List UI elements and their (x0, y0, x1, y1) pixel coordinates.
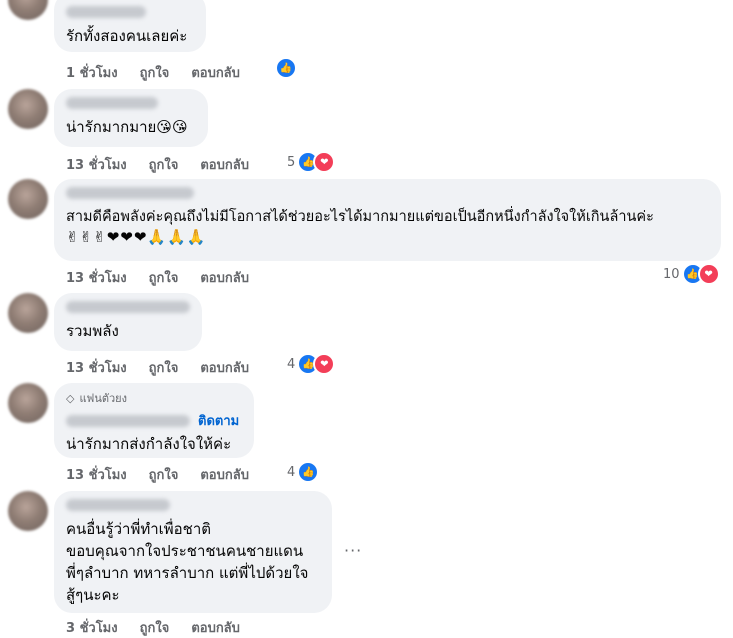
reaction-count: 4 (287, 356, 296, 372)
like-button[interactable]: ถูกใจ (149, 267, 179, 288)
like-button[interactable]: ถูกใจ (149, 154, 179, 175)
avatar[interactable] (8, 491, 48, 531)
love-icon: ❤ (697, 263, 720, 285)
comment-text: รักทั้งสองคนเลยค่ะ (66, 27, 188, 45)
more-options-icon[interactable]: ··· (344, 541, 362, 560)
comment-actions: 13 ชั่วโมง ถูกใจ ตอบกลับ (66, 357, 249, 378)
like-button[interactable]: ถูกใจ (149, 357, 179, 378)
avatar[interactable] (8, 89, 48, 129)
timestamp[interactable]: 13 ชั่วโมง (66, 267, 127, 288)
like-icon: 👍 (275, 57, 297, 79)
reply-button[interactable]: ตอบกลับ (200, 154, 249, 175)
commenter-name[interactable] (66, 414, 190, 427)
like-icon: 👍 (297, 461, 320, 483)
comment-bubble: น่ารักมากมาย😘😘 (54, 89, 208, 147)
comment-actions: 13 ชั่วโมง ถูกใจ ตอบกลับ (66, 267, 249, 288)
reaction-count: 5 (287, 154, 296, 170)
avatar[interactable] (8, 293, 48, 333)
reaction-count: 4 (287, 464, 296, 480)
comment-line: คนอื่นรู้ว่าพี่ทำเพื่อชาติ (66, 520, 212, 538)
badge-label: แฟนตัวยง (79, 392, 128, 405)
commenter-name[interactable] (66, 97, 158, 109)
commenter-name[interactable] (66, 301, 190, 313)
comment-bubble: ◇ แฟนตัวยง ติดตาม น่ารักมากส่งกำลังใจให้… (54, 383, 254, 458)
timestamp[interactable]: 13 ชั่วโมง (66, 357, 127, 378)
comment-bubble: รวมพลัง (54, 293, 202, 351)
follow-button[interactable]: ติดตาม (198, 410, 239, 431)
timestamp[interactable]: 3 ชั่วโมง (66, 617, 118, 638)
comment-actions: 13 ชั่วโมง ถูกใจ ตอบกลับ (66, 154, 249, 175)
reply-button[interactable]: ตอบกลับ (200, 464, 249, 485)
reply-button[interactable]: ตอบกลับ (191, 617, 240, 638)
diamond-icon: ◇ (66, 391, 75, 405)
timestamp[interactable]: 13 ชั่วโมง (66, 464, 127, 485)
like-button[interactable]: ถูกใจ (149, 464, 179, 485)
comment-actions: 1 ชั่วโมง ถูกใจ ตอบกลับ (66, 62, 240, 83)
reaction-summary[interactable]: 4 👍 (287, 461, 320, 483)
comment-text: สามดีคือพลังค่ะคุณถึงไม่มีโอกาสได้ช่วยอะ… (66, 209, 654, 225)
reply-button[interactable]: ตอบกลับ (200, 267, 249, 288)
comment-line: พี่ๆลำบาก ทหารลำบาก แต่พี่ไปด้วยใจ (66, 564, 309, 582)
reaction-summary[interactable]: 👍 (275, 57, 297, 79)
reaction-count: 10 (663, 266, 680, 282)
comment-emojis: ✌✌✌❤❤❤🙏🙏🙏 (66, 228, 207, 246)
comment-text: น่ารักมากมาย😘😘 (66, 118, 188, 136)
comment-actions: 3 ชั่วโมง ถูกใจ ตอบกลับ (66, 617, 240, 638)
comment-bubble: รักทั้งสองคนเลยค่ะ (54, 0, 206, 52)
commenter-name[interactable] (66, 187, 194, 199)
reaction-summary[interactable]: 10 👍 ❤ (663, 263, 720, 285)
reply-button[interactable]: ตอบกลับ (191, 62, 240, 83)
timestamp[interactable]: 13 ชั่วโมง (66, 154, 127, 175)
love-icon: ❤ (313, 151, 336, 173)
avatar[interactable] (8, 179, 48, 219)
comment-bubble: สามดีคือพลังค่ะคุณถึงไม่มีโอกาสได้ช่วยอะ… (54, 179, 721, 261)
comment-bubble: คนอื่นรู้ว่าพี่ทำเพื่อชาติ ขอบคุณจากใจปร… (54, 491, 332, 613)
comment-line: ขอบคุณจากใจประชาชนคนชายแดน (66, 542, 304, 560)
commenter-name[interactable] (66, 499, 170, 511)
reply-button[interactable]: ตอบกลับ (200, 357, 249, 378)
comment-text: น่ารักมากส่งกำลังใจให้ค่ะ (66, 435, 232, 453)
like-button[interactable]: ถูกใจ (140, 617, 170, 638)
avatar[interactable] (8, 383, 48, 423)
commenter-name[interactable] (66, 6, 146, 18)
like-button[interactable]: ถูกใจ (140, 62, 170, 83)
comment-line: สู้ๆนะคะ (66, 586, 120, 604)
reaction-summary[interactable]: 5 👍 ❤ (287, 151, 336, 173)
reaction-summary[interactable]: 4 👍 ❤ (287, 353, 336, 375)
love-icon: ❤ (313, 353, 336, 375)
avatar[interactable] (8, 0, 48, 20)
comment-actions: 13 ชั่วโมง ถูกใจ ตอบกลับ (66, 464, 249, 485)
timestamp[interactable]: 1 ชั่วโมง (66, 62, 118, 83)
top-fan-badge: ◇ แฟนตัวยง (66, 389, 242, 407)
comment-text: รวมพลัง (66, 322, 119, 340)
